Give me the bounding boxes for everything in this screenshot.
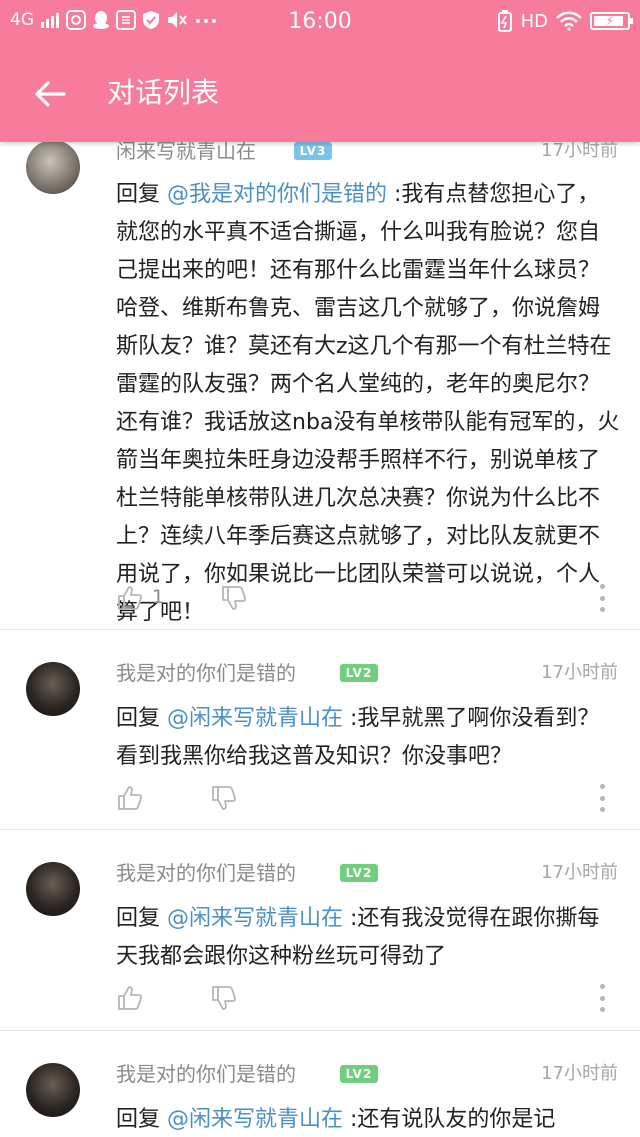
thumbs-up-icon[interactable] [116, 784, 144, 812]
comment-text: 回复 @闲来写就青山在 :还有说队友的你是记 [116, 1101, 620, 1137]
app-header: 4G 16:00 HD ⚡ 对话列表 [0, 0, 640, 142]
arrow-left-icon [35, 81, 66, 107]
username[interactable]: 我是对的你们是错的 [116, 1061, 296, 1087]
mention-link[interactable]: @闲来写就青山在 [167, 706, 343, 731]
avatar[interactable] [26, 862, 80, 916]
timestamp: 17小时前 [541, 662, 618, 683]
battery-icon: ⚡ [590, 12, 633, 30]
level-badge: LV2 [340, 864, 378, 882]
username[interactable]: 我是对的你们是错的 [116, 860, 296, 886]
hd-indicator: HD [520, 10, 548, 32]
status-right: HD ⚡ [497, 10, 633, 32]
thumbs-down-icon[interactable] [210, 784, 238, 812]
more-options-button[interactable] [598, 784, 606, 812]
conversation-list[interactable]: 闲来写就青山在 LV3 17小时前 回复 @我是对的你们是错的 :我有点替您担心… [0, 0, 640, 1137]
thumbs-down-icon[interactable] [210, 984, 238, 1012]
page-title: 对话列表 [107, 76, 220, 109]
battery-saver-icon [497, 10, 512, 32]
mention-link[interactable]: @我是对的你们是错的 [167, 182, 387, 207]
comment-item: 我是对的你们是错的 LV2 17小时前 回复 @闲来写就青山在 :我早就黑了啊你… [0, 630, 640, 830]
avatar[interactable] [26, 662, 80, 716]
reply-prefix: 回复 [116, 706, 167, 731]
status-bar: 4G 16:00 HD ⚡ [0, 0, 640, 44]
comment-text: 回复 @闲来写就青山在 :还有我没觉得在跟你撕每天我都会跟你这种粉丝玩可得劲了 [116, 900, 620, 976]
comment-actions [116, 784, 618, 814]
comment-item: 我是对的你们是错的 LV2 17小时前 回复 @闲来写就青山在 :还有说队友的你… [0, 1031, 640, 1137]
level-badge: LV2 [340, 1065, 378, 1083]
mention-link[interactable]: @闲来写就青山在 [167, 1107, 343, 1132]
avatar[interactable] [26, 1063, 80, 1117]
mention-link[interactable]: @闲来写就青山在 [167, 906, 343, 931]
toolbar: 对话列表 [0, 44, 640, 142]
reply-prefix: 回复 [116, 1107, 167, 1132]
avatar[interactable] [26, 140, 80, 194]
comment-actions: 1 [116, 584, 618, 614]
timestamp: 17小时前 [541, 1063, 618, 1084]
level-badge: LV2 [340, 664, 378, 682]
comment-body: :还有说队友的你是记 [343, 1107, 556, 1132]
reply-prefix: 回复 [116, 182, 167, 207]
like-count: 1 [152, 586, 165, 608]
level-badge: LV3 [294, 142, 332, 160]
timestamp: 17小时前 [541, 862, 618, 883]
reply-prefix: 回复 [116, 906, 167, 931]
comment-text: 回复 @我是对的你们是错的 :我有点替您担心了，就您的水平真不适合撕逼，什么叫我… [116, 176, 620, 632]
back-button[interactable] [22, 66, 78, 122]
thumbs-up-icon[interactable] [116, 984, 144, 1012]
comment-actions [116, 984, 618, 1014]
thumbs-down-icon[interactable] [220, 584, 248, 612]
comment-text: 回复 @闲来写就青山在 :我早就黑了啊你没看到？看到我黑你给我这普及知识？你没事… [116, 700, 620, 776]
more-options-button[interactable] [598, 984, 606, 1012]
thumbs-up-icon[interactable] [116, 584, 144, 612]
comment-item: 我是对的你们是错的 LV2 17小时前 回复 @闲来写就青山在 :还有我没觉得在… [0, 830, 640, 1031]
wifi-icon [556, 11, 582, 31]
comment-body: :我有点替您担心了，就您的水平真不适合撕逼，什么叫我有脸说？您自己提出来的吧！还… [116, 182, 620, 625]
username[interactable]: 我是对的你们是错的 [116, 660, 296, 686]
more-options-button[interactable] [598, 584, 606, 612]
